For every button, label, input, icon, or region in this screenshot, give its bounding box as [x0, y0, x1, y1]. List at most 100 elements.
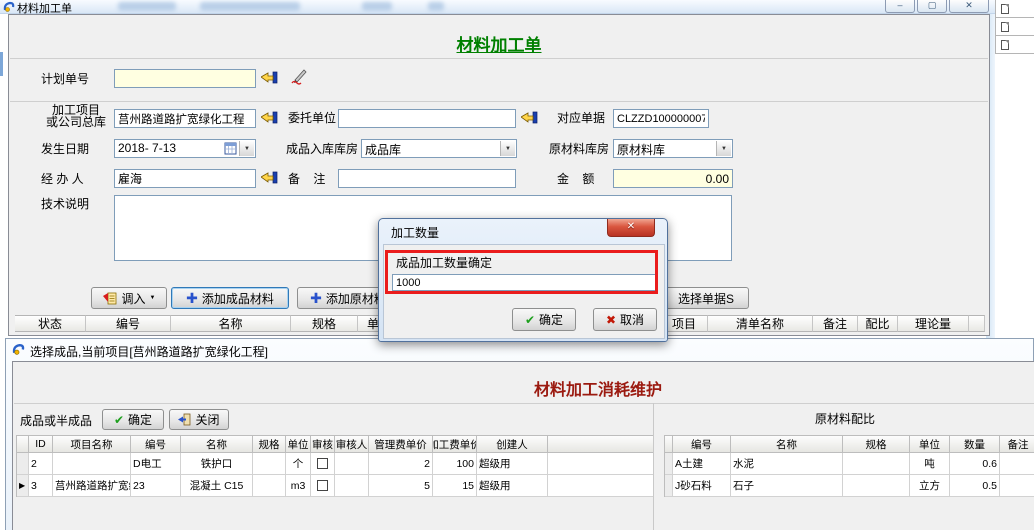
- window-titlebar: 材料加工单 – ▢ ✕: [0, 0, 1034, 14]
- hand-pick-icon[interactable]: [261, 170, 279, 185]
- col-header: 名称: [171, 315, 291, 332]
- audit-checkbox[interactable]: [317, 458, 328, 469]
- cell-id: 2: [29, 453, 53, 475]
- cell-name: 铁护口: [181, 453, 253, 475]
- table-row[interactable]: 2 D电工 铁护口 个 2 100 超级用: [17, 453, 653, 475]
- materials-header-row: 编号 名称 规格 单位 数量 备注: [665, 436, 1034, 453]
- chevron-down-icon[interactable]: ▼: [716, 141, 731, 156]
- chevron-down-icon[interactable]: ▼: [500, 141, 515, 156]
- app-icon: [12, 343, 25, 356]
- picker-ok-button[interactable]: ✔ 确定: [102, 409, 164, 430]
- close-button[interactable]: ✕: [949, 0, 989, 13]
- chevron-down-icon[interactable]: ▼: [239, 141, 254, 156]
- cell-name: 水泥: [731, 453, 843, 475]
- cell-spec: [843, 453, 910, 475]
- minimize-button[interactable]: –: [885, 0, 915, 13]
- table-row-selected[interactable]: ▶ 3 莒州路道路扩宽绿 23 混凝土 C15 m3 5 15 超级用: [17, 475, 653, 497]
- cell-id: 3: [29, 475, 53, 497]
- page-icon: [1001, 4, 1009, 14]
- plus-icon: ✚: [310, 292, 322, 304]
- cell-spec: [253, 475, 286, 497]
- doc-label: 对应单据: [557, 111, 605, 125]
- dialog-cancel-button[interactable]: ✖ 取消: [593, 308, 657, 331]
- dialog-ok-button[interactable]: ✔ 确定: [512, 308, 576, 331]
- cell-creator: 超级用: [477, 453, 548, 475]
- divider: [10, 101, 988, 102]
- products-header-row: ID 项目名称 编号 名称 规格 单位 审核 审核人 管理费单价 加工费单价 创…: [17, 436, 653, 453]
- col-header: 规格: [291, 315, 358, 332]
- col-header: 创建人: [477, 436, 548, 453]
- table-row[interactable]: J砂石料 石子 立方 0.5: [665, 475, 1034, 497]
- col-header: 数量: [950, 436, 1000, 453]
- quantity-dialog: 加工数量 ✕ 成品加工数量确定 ✔ 确定 ✖ 取消: [378, 218, 668, 342]
- materials-caption: 原材料配比: [654, 410, 1034, 427]
- cell-remark: [1000, 453, 1034, 475]
- check-icon: ✔: [525, 313, 535, 327]
- background-grid-row: [995, 36, 1034, 54]
- row-indicator: [17, 453, 29, 475]
- table-row[interactable]: A土建 水泥 吨 0.6: [665, 453, 1034, 475]
- col-header: 项目名称: [53, 436, 131, 453]
- background-grid-row: [995, 18, 1034, 36]
- form-title: 材料加工单: [9, 31, 989, 56]
- calendar-icon: [224, 142, 237, 155]
- import-button[interactable]: 调入 ▼: [91, 287, 167, 309]
- quantity-prompt: 成品加工数量确定: [396, 256, 492, 270]
- col-header: 单位: [910, 436, 950, 453]
- doc-input[interactable]: [613, 109, 709, 128]
- col-header: 名称: [731, 436, 843, 453]
- col-header: 清单名称: [708, 315, 813, 332]
- handler-input[interactable]: [114, 169, 256, 188]
- col-header: 管理费单价: [369, 436, 433, 453]
- col-header: 理论量: [898, 315, 969, 332]
- quantity-input[interactable]: [392, 274, 656, 291]
- dialog-title: 加工数量: [391, 224, 439, 241]
- screen: 材料加工单 – ▢ ✕ 材料加工单 计划单号: [0, 0, 1034, 530]
- redacted-text: [200, 2, 300, 11]
- row-indicator-header: [17, 436, 29, 453]
- hand-pick-icon[interactable]: [261, 110, 279, 125]
- cell-auditor: [335, 453, 369, 475]
- remark-input[interactable]: [338, 169, 516, 188]
- materials-table: 编号 名称 规格 单位 数量 备注 A土建 水泥 吨 0.6: [664, 435, 1034, 497]
- cell-unit: 立方: [910, 475, 950, 497]
- x-icon: ✖: [606, 313, 616, 327]
- plan-no-input[interactable]: [114, 69, 256, 88]
- picker-close-button[interactable]: 关闭: [169, 409, 229, 430]
- col-header: 审核人: [335, 436, 369, 453]
- cell-auditor: [335, 475, 369, 497]
- chevron-down-icon: ▼: [150, 295, 156, 301]
- col-header: 编号: [673, 436, 731, 453]
- select-doc-button[interactable]: 选择单据S: [663, 287, 749, 309]
- amount-input[interactable]: [613, 169, 733, 188]
- background-grid-row: [995, 0, 1034, 18]
- date-label: 发生日期: [41, 142, 89, 156]
- col-header: ID: [29, 436, 53, 453]
- door-exit-icon: [178, 413, 191, 426]
- cell-code: D电工: [131, 453, 181, 475]
- row-indicator-current: ▶: [17, 475, 29, 497]
- tech-label: 技术说明: [41, 197, 89, 211]
- hand-pick-icon[interactable]: [521, 110, 539, 125]
- fin-warehouse-label: 成品入库库房: [286, 142, 358, 156]
- hand-pick-icon[interactable]: [261, 70, 279, 85]
- import-icon: [103, 291, 118, 305]
- client-label: 委托单位: [288, 111, 336, 125]
- fin-warehouse-select[interactable]: 成品库 ▼: [361, 139, 517, 158]
- cell-code: 23: [131, 475, 181, 497]
- redacted-text: [428, 2, 444, 11]
- cell-unit: m3: [286, 475, 311, 497]
- add-product-button[interactable]: ✚ 添加成品材料: [171, 287, 289, 309]
- audit-checkbox[interactable]: [317, 480, 328, 491]
- col-header: 编号: [86, 315, 171, 332]
- dialog-close-button[interactable]: ✕: [607, 219, 655, 237]
- cell-filler: [548, 453, 653, 475]
- client-input[interactable]: [338, 109, 516, 128]
- background-grid-sliver: [995, 0, 1034, 54]
- col-header: 加工费单价: [433, 436, 477, 453]
- maximize-button[interactable]: ▢: [917, 0, 947, 13]
- edit-pencil-icon[interactable]: [291, 68, 308, 85]
- raw-warehouse-select[interactable]: 原材料库 ▼: [613, 139, 733, 158]
- date-picker[interactable]: 2018- 7-13 ▼: [114, 139, 256, 158]
- project-input[interactable]: [114, 109, 256, 128]
